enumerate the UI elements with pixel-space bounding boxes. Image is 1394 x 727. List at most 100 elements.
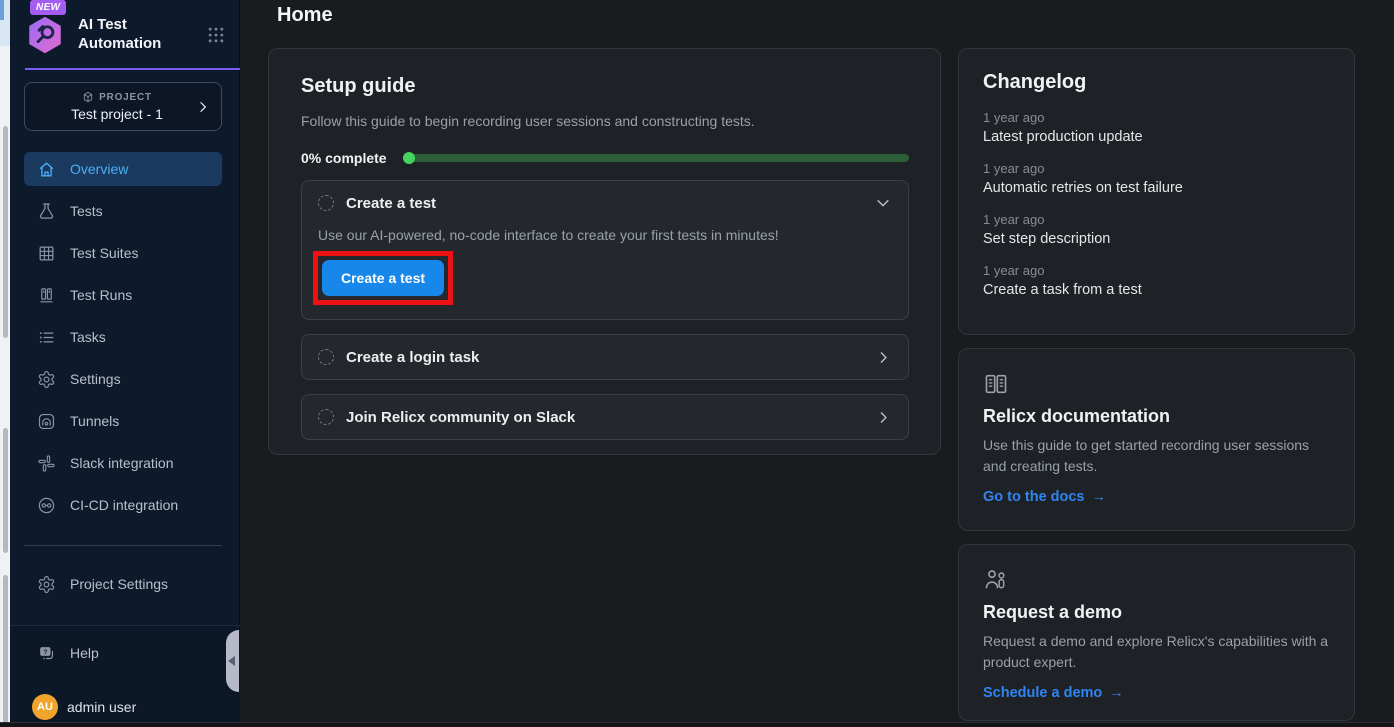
setup-guide-description: Follow this guide to begin recording use… <box>301 113 909 129</box>
changelog-entry-title: Set step description <box>983 231 1330 247</box>
sidebar-item-tunnels[interactable]: Tunnels <box>24 404 222 438</box>
demo-title: Request a demo <box>983 602 1330 623</box>
gear-icon <box>36 369 56 389</box>
changelog-entry: 1 year ago Latest production update <box>983 110 1330 145</box>
sidebar-collapse-handle[interactable] <box>226 630 239 692</box>
chevron-right-icon <box>195 99 211 115</box>
app-window: NEW AI Test Automation PROJECT Test proj… <box>0 0 1394 727</box>
step-title: Join Relicx community on Slack <box>346 409 575 426</box>
background-window-sliver <box>0 0 10 727</box>
changelog-date: 1 year ago <box>983 110 1330 125</box>
incomplete-step-icon <box>318 409 334 425</box>
setup-step-create-a-login-task: Create a login task <box>301 334 909 380</box>
progress-bar <box>403 154 909 162</box>
project-label: PROJECT <box>99 92 152 103</box>
changelog-entry: 1 year ago Create a task from a test <box>983 263 1330 298</box>
demo-description: Request a demo and explore Relicx's capa… <box>983 631 1330 673</box>
cicd-icon <box>36 495 56 515</box>
sidebar-menu: Overview Tests Test Suites Test Runs Tas… <box>24 152 222 530</box>
chevron-down-icon <box>874 194 892 212</box>
task-list-icon <box>36 327 56 347</box>
chevron-right-icon <box>875 349 892 366</box>
sidebar-item-test-suites[interactable]: Test Suites <box>24 236 222 270</box>
sidebar-item-tests[interactable]: Tests <box>24 194 222 228</box>
collapse-left-arrow-icon <box>228 656 235 666</box>
sidebar-item-label: Overview <box>70 161 128 177</box>
arrow-right-icon: → <box>1092 489 1107 505</box>
progress-indicator-dot <box>403 152 415 164</box>
sidebar-item-test-runs[interactable]: Test Runs <box>24 278 222 312</box>
gear-icon <box>36 574 56 594</box>
step-title: Create a login task <box>346 349 479 366</box>
changelog-date: 1 year ago <box>983 263 1330 278</box>
sidebar-item-project-settings[interactable]: Project Settings <box>24 567 222 601</box>
changelog-entry-title: Automatic retries on test failure <box>983 180 1330 196</box>
changelog-entry-title: Latest production update <box>983 129 1330 145</box>
step-header[interactable]: Join Relicx community on Slack <box>302 395 908 439</box>
sidebar-item-slack-integration[interactable]: Slack integration <box>24 446 222 480</box>
schedule-demo-link[interactable]: Schedule a demo → <box>983 685 1124 701</box>
user-menu[interactable]: AU admin user <box>24 689 222 725</box>
brand-divider <box>25 68 240 70</box>
sidebar-item-label: Test Runs <box>70 287 132 303</box>
chevron-right-icon <box>875 409 892 426</box>
setup-guide-card: Setup guide Follow this guide to begin r… <box>268 48 941 455</box>
project-selector[interactable]: PROJECT Test project - 1 <box>24 82 222 131</box>
grid-table-icon <box>36 243 56 263</box>
window-bottom-edge <box>0 722 1394 727</box>
flask-icon <box>36 201 56 221</box>
right-panel: Changelog 1 year ago Latest production u… <box>958 48 1355 721</box>
go-to-docs-link[interactable]: Go to the docs → <box>983 489 1106 505</box>
request-demo-card: Request a demo Request a demo and explor… <box>958 544 1355 721</box>
background-scrollbar-thumb <box>3 575 8 727</box>
sidebar-item-label: Tasks <box>70 329 106 345</box>
home-icon <box>36 159 56 179</box>
sidebar-item-settings[interactable]: Settings <box>24 362 222 396</box>
changelog-entry-title: Create a task from a test <box>983 282 1330 298</box>
avatar: AU <box>32 694 58 720</box>
sidebar-item-label: Project Settings <box>70 576 168 592</box>
step-header[interactable]: Create a test <box>302 181 908 225</box>
sidebar-item-tasks[interactable]: Tasks <box>24 320 222 354</box>
page-title: Home <box>277 4 1394 27</box>
step-header[interactable]: Create a login task <box>302 335 908 379</box>
new-badge: NEW <box>30 0 66 15</box>
changelog-entry: 1 year ago Set step description <box>983 212 1330 247</box>
sidebar-item-label: Tunnels <box>70 413 119 429</box>
step-title: Create a test <box>346 195 436 212</box>
sidebar-item-overview[interactable]: Overview <box>24 152 222 186</box>
slack-icon <box>36 453 56 473</box>
sidebar-item-label: Slack integration <box>70 455 174 471</box>
cube-icon <box>82 91 94 103</box>
progress-label: 0% complete <box>301 150 387 166</box>
background-scrollbar-thumb <box>3 126 8 338</box>
changelog-entry: 1 year ago Automatic retries on test fai… <box>983 161 1330 196</box>
background-window-accent <box>0 0 4 20</box>
sidebar-item-cicd-integration[interactable]: CI-CD integration <box>24 488 222 522</box>
arrow-right-icon: → <box>1109 685 1124 701</box>
app-logo-icon <box>24 14 66 56</box>
incomplete-step-icon <box>318 195 334 211</box>
columns-icon <box>36 285 56 305</box>
background-scrollbar-thumb <box>3 428 8 553</box>
sidebar-item-help[interactable]: Help <box>24 636 222 670</box>
sidebar-footer: Help AU admin user <box>10 625 240 727</box>
link-label: Go to the docs <box>983 489 1085 505</box>
link-label: Schedule a demo <box>983 685 1102 701</box>
main-content: Home Setup guide Follow this guide to be… <box>240 0 1394 727</box>
changelog-date: 1 year ago <box>983 161 1330 176</box>
project-name: Test project - 1 <box>39 106 195 122</box>
documentation-description: Use this guide to get started recording … <box>983 435 1330 477</box>
setup-guide-title: Setup guide <box>301 75 909 98</box>
create-a-test-button[interactable]: Create a test <box>322 260 444 296</box>
sidebar: NEW AI Test Automation PROJECT Test proj… <box>10 0 240 727</box>
step-body-text: Use our AI-powered, no-code interface to… <box>318 227 892 243</box>
book-icon <box>983 371 1330 397</box>
app-switcher-grid-icon[interactable] <box>206 25 226 45</box>
help-chat-icon <box>36 643 56 663</box>
changelog-card: Changelog 1 year ago Latest production u… <box>958 48 1355 335</box>
sidebar-item-label: Help <box>70 645 99 661</box>
setup-step-join-slack-community: Join Relicx community on Slack <box>301 394 909 440</box>
sidebar-item-label: CI-CD integration <box>70 497 178 513</box>
sidebar-item-label: Test Suites <box>70 245 138 261</box>
